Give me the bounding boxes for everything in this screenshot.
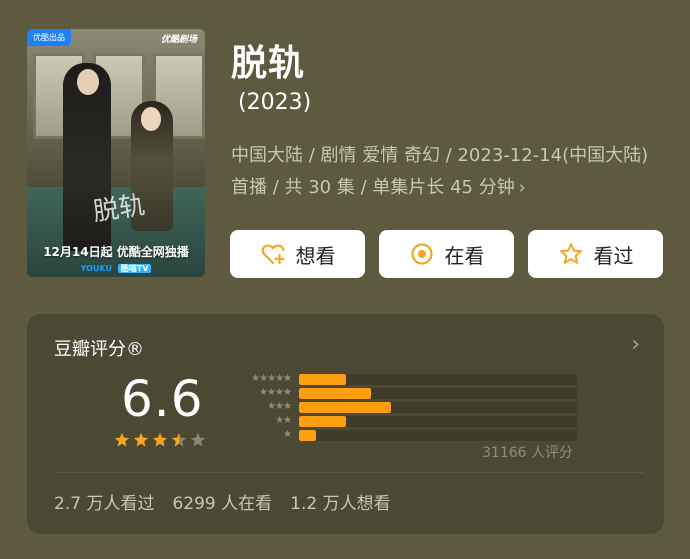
distribution-bar: [299, 401, 391, 413]
star-icon: [171, 432, 187, 447]
meta-text: 中国大陆 / 剧情 爱情 奇幻 / 2023-12-14(中国大陆) 首播 / …: [231, 145, 649, 198]
distribution-track: [299, 415, 577, 427]
star-icon: [152, 432, 168, 447]
poster-logos: YOUKU 酷喵TV: [27, 263, 205, 274]
distribution-row: ★★: [225, 414, 577, 428]
distribution-bar: [299, 387, 372, 399]
want-to-watch-label: 想看: [295, 243, 336, 268]
poster-face-woman: [141, 107, 161, 131]
distribution-bar: [299, 415, 347, 427]
page-title: 脱轨: [231, 43, 306, 84]
chevron-right-icon: ›: [518, 178, 526, 198]
star-icon: [114, 432, 130, 447]
watching-label: 在看: [444, 243, 485, 268]
watched-button[interactable]: 看过: [528, 230, 663, 278]
distribution-row: ★★★★★: [225, 372, 577, 386]
distribution-track: [299, 401, 577, 413]
meta-info[interactable]: 中国大陆 / 剧情 爱情 奇幻 / 2023-12-14(中国大陆) 首播 / …: [231, 140, 661, 204]
divider: [54, 472, 644, 473]
distribution-row: ★: [225, 428, 577, 442]
want-to-watch-button[interactable]: 想看: [230, 230, 365, 278]
poster-logo-tv: 酷喵TV: [117, 264, 152, 273]
watching-button[interactable]: 在看: [379, 230, 514, 278]
poster-release-text: 12月14日起 优酷全网独播: [43, 245, 189, 259]
rating-count: 31166 人评分: [482, 445, 573, 461]
poster-logo-youku: YOUKU: [80, 264, 112, 273]
release-year: (2023): [238, 90, 312, 115]
star-icon: [133, 432, 149, 447]
watching-count[interactable]: 6299 人在看: [172, 489, 272, 514]
distribution-stars: ★: [283, 429, 292, 440]
distribution-row: ★★★: [225, 400, 577, 414]
watched-count[interactable]: 2.7 万人看过: [54, 489, 154, 514]
distribution-bar: [299, 373, 347, 385]
poster-image[interactable]: 脱轨 优酷出品 优酷剧场 12月14日起 优酷全网独播 YOUKU 酷喵TV: [27, 29, 205, 277]
distribution-stars: ★★★: [267, 401, 292, 412]
distribution-bar: [299, 429, 316, 441]
poster-calligraphy: 脱轨: [91, 190, 147, 228]
heart-plus-icon: [260, 241, 286, 267]
rating-distribution: ★★★★★ ★★★★ ★★★ ★★ ★: [225, 372, 577, 442]
rating-score: 6.6: [121, 370, 204, 428]
distribution-stars: ★★★★: [259, 387, 292, 398]
audience-stats: 2.7 万人看过 6299 人在看 1.2 万人想看: [54, 489, 391, 514]
distribution-row: ★★★★: [225, 386, 577, 400]
poster-badge-theater: 优酷剧场: [160, 35, 197, 45]
rating-title: 豆瓣评分®: [54, 339, 144, 360]
watched-label: 看过: [593, 243, 634, 268]
target-icon: [409, 241, 435, 267]
distribution-track: [299, 429, 577, 441]
want-count[interactable]: 1.2 万人想看: [290, 489, 390, 514]
distribution-track: [299, 373, 577, 385]
star-icon: [190, 432, 206, 447]
distribution-stars: ★★★★★: [251, 373, 292, 384]
rating-stars: [114, 432, 206, 448]
rating-card[interactable]: 豆瓣评分® › 6.6 ★★★★★ ★★★★ ★★★ ★★ ★ 31166 人评分 2.…: [27, 314, 664, 534]
poster-badge-producer: 优酷出品: [27, 29, 71, 46]
star-outline-icon: [558, 241, 584, 267]
chevron-right-icon[interactable]: ›: [631, 332, 640, 357]
distribution-stars: ★★: [275, 415, 292, 426]
poster-face-man: [77, 69, 99, 95]
distribution-track: [299, 387, 577, 399]
